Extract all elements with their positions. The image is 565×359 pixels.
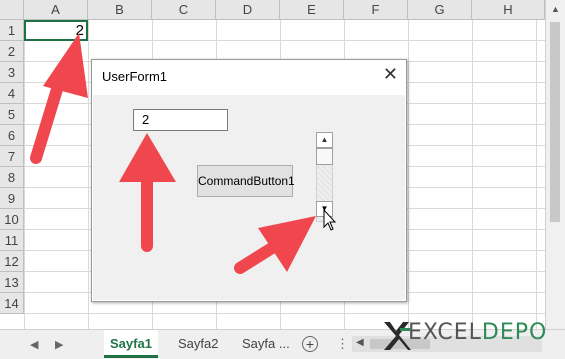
arrow-to-textbox-icon bbox=[119, 133, 176, 252]
arrow-to-spin-icon bbox=[234, 216, 316, 274]
arrow-to-cell-icon bbox=[30, 33, 88, 164]
annotation-overlay bbox=[30, 33, 337, 274]
mouse-pointer-icon bbox=[323, 208, 337, 231]
